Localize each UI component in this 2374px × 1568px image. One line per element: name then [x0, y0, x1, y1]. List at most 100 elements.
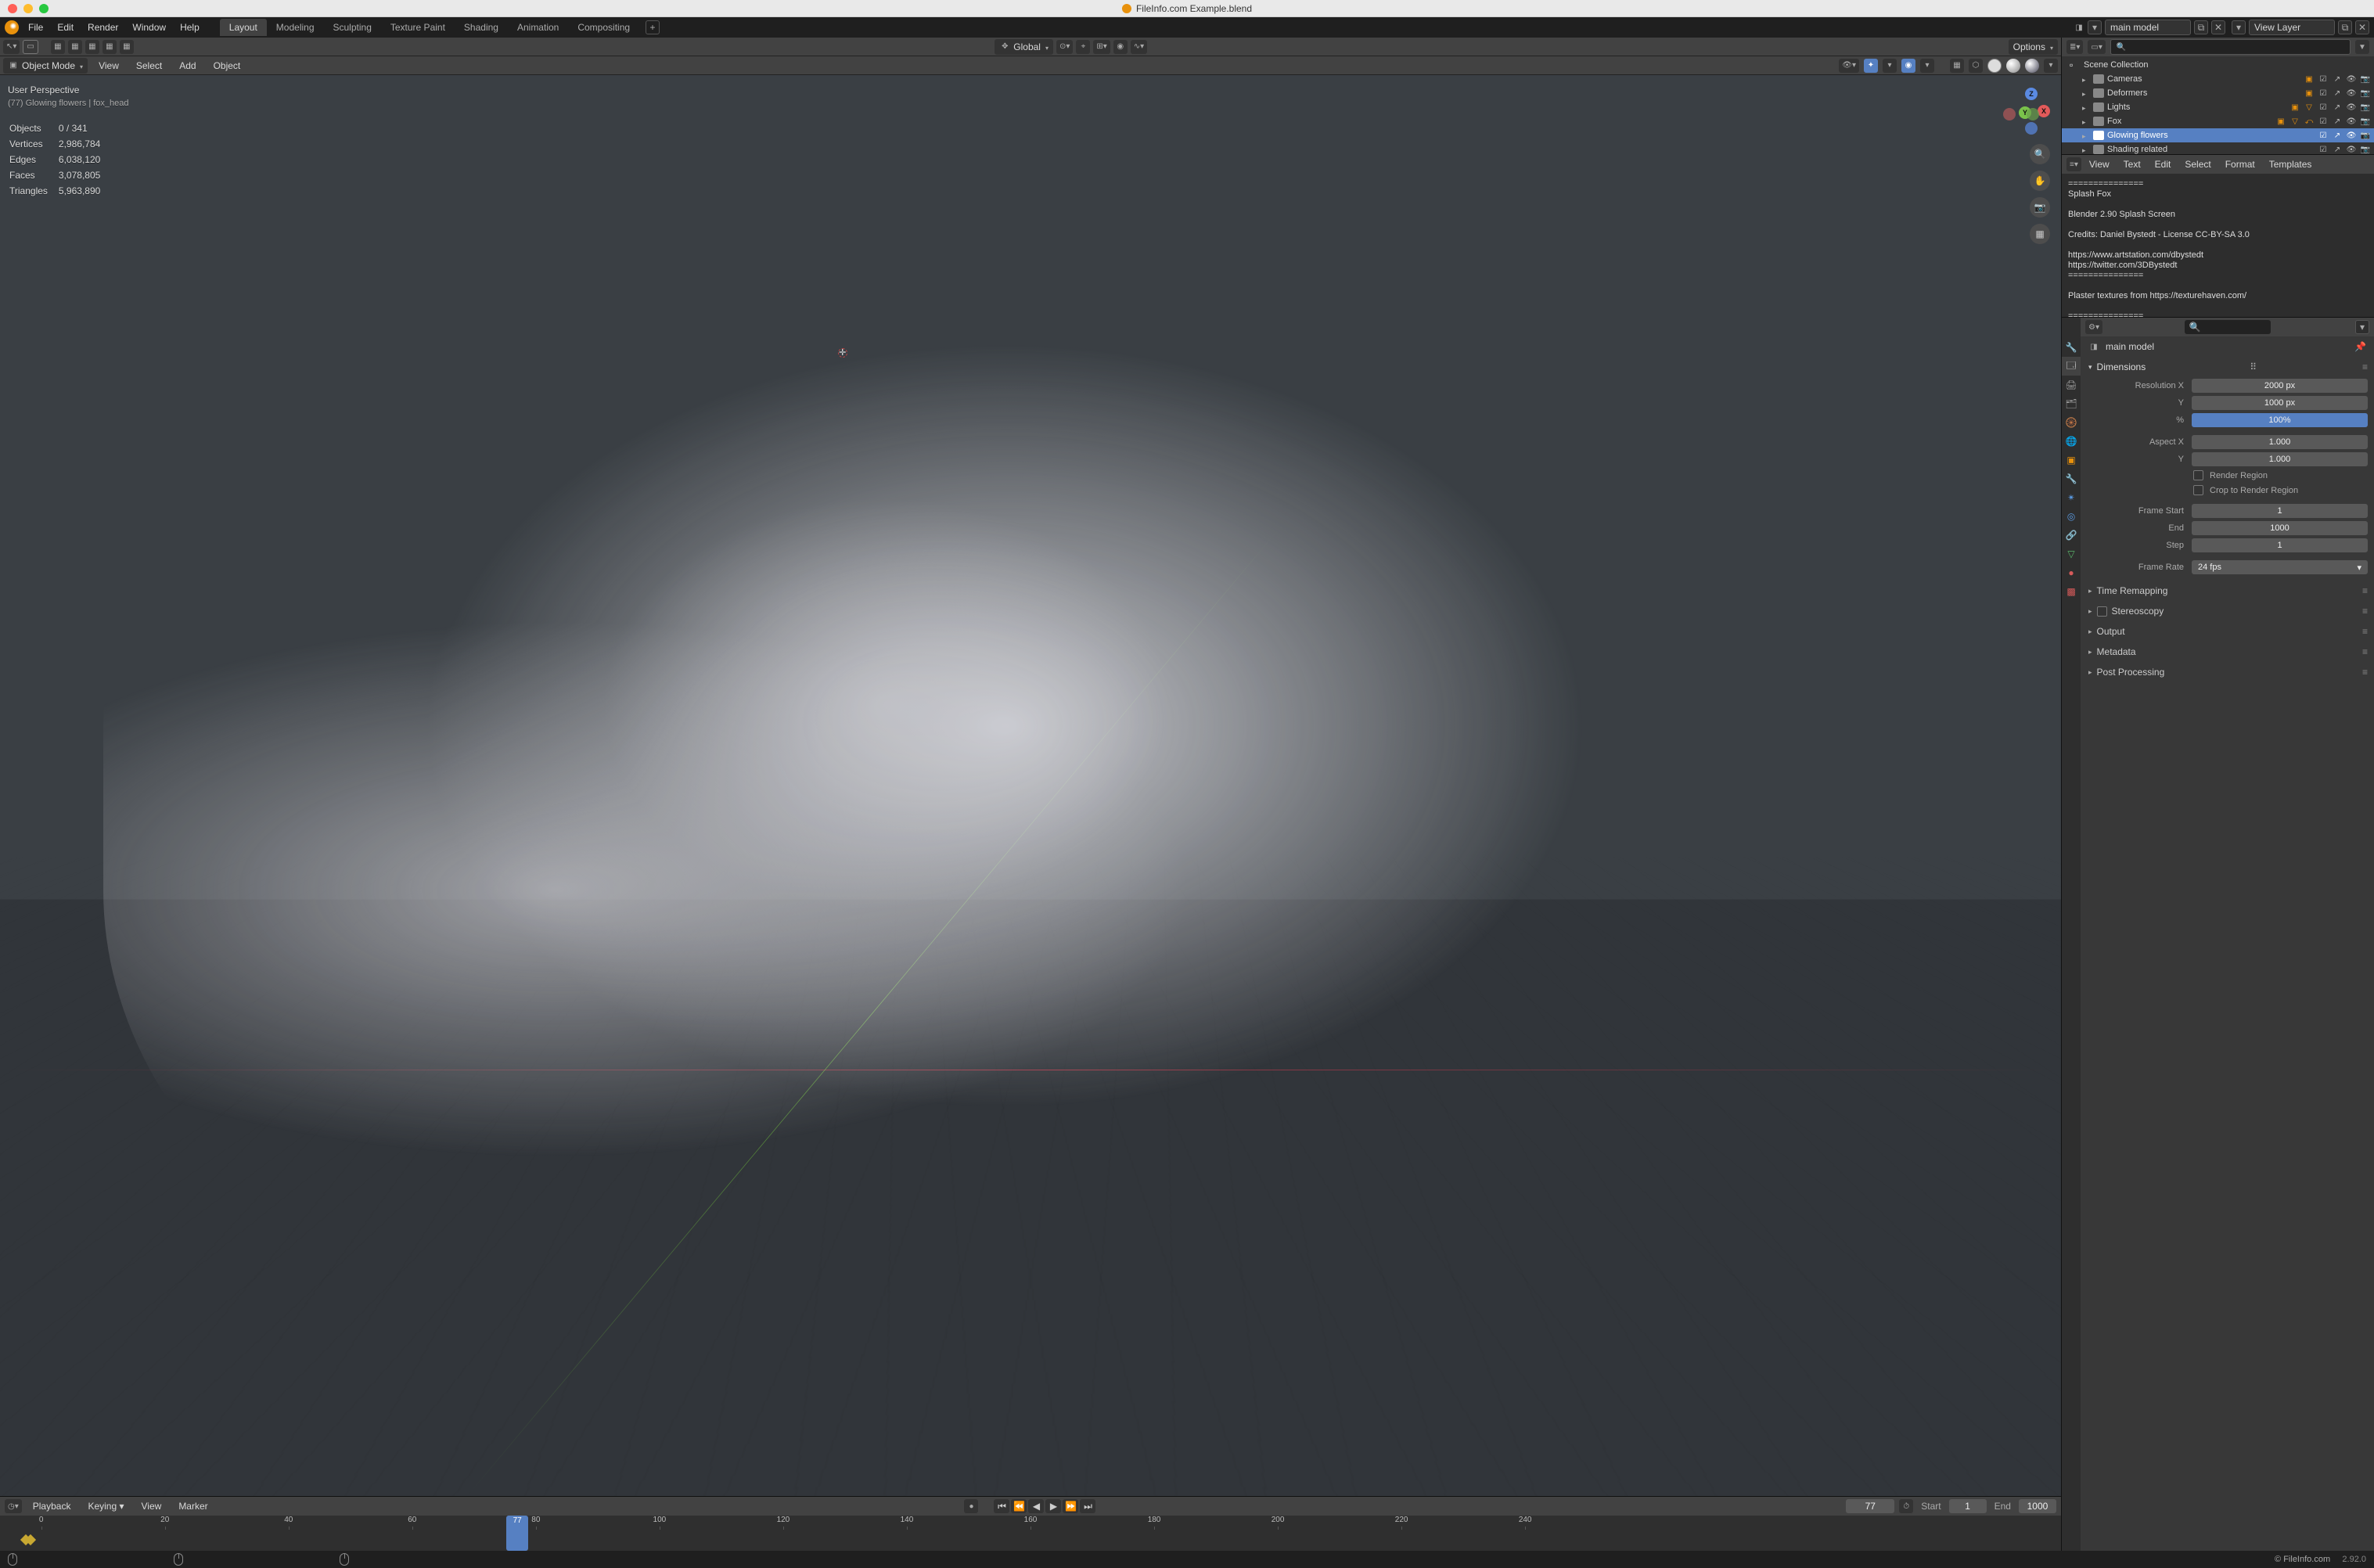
overlay-toggle[interactable]: ◉: [1901, 59, 1915, 73]
visibility-icon[interactable]: 👁: [2346, 144, 2357, 154]
close-window-button[interactable]: [8, 4, 17, 13]
workspace-tab-layout[interactable]: Layout: [220, 19, 267, 36]
timeline-track[interactable]: 020406080100120140160180200220240 77: [0, 1516, 2061, 1551]
selectable-icon[interactable]: ↗: [2332, 102, 2343, 113]
te-menu-edit[interactable]: Edit: [2149, 156, 2178, 172]
exclude-checkbox[interactable]: ☑: [2318, 130, 2329, 141]
properties-type-dropdown[interactable]: ⚙▾: [2085, 320, 2102, 334]
render-icon[interactable]: 📷: [2360, 74, 2371, 85]
outliner-filter-button[interactable]: ▼: [2355, 40, 2369, 54]
tab-output-icon[interactable]: 🖨: [2062, 376, 2081, 394]
tab-render-icon[interactable]: 🗔: [2062, 357, 2081, 376]
tab-modifier-icon[interactable]: 🔧: [2062, 469, 2081, 488]
selectable-icon[interactable]: ↗: [2332, 144, 2343, 154]
exclude-checkbox[interactable]: ☑: [2318, 102, 2329, 113]
shading-dropdown[interactable]: ▾: [2044, 59, 2058, 73]
te-menu-select[interactable]: Select: [2178, 156, 2217, 172]
outliner-item[interactable]: Lights▣▽☑↗👁📷: [2062, 100, 2374, 114]
outliner-item[interactable]: Glowing flowers☑↗👁📷: [2062, 128, 2374, 142]
viewlayer-browse-button[interactable]: ▾: [2232, 20, 2246, 34]
panel-output[interactable]: Output≡: [2087, 621, 2368, 642]
snap-toggle[interactable]: ⌖: [1076, 40, 1090, 54]
tab-object-icon[interactable]: ▣: [2062, 451, 2081, 469]
exclude-checkbox[interactable]: ☑: [2318, 144, 2329, 154]
render-icon[interactable]: 📷: [2360, 144, 2371, 154]
jump-end-button[interactable]: ⏭: [1080, 1499, 1095, 1513]
exclude-checkbox[interactable]: ☑: [2318, 116, 2329, 127]
tab-material-icon[interactable]: ●: [2062, 563, 2081, 582]
autokey-toggle[interactable]: ●: [964, 1499, 978, 1513]
panel-metadata[interactable]: Metadata≡: [2087, 642, 2368, 662]
viewlayer-name-field[interactable]: View Layer: [2249, 20, 2335, 35]
gizmo-neg-x[interactable]: [2003, 108, 2016, 120]
render-icon[interactable]: 📷: [2360, 102, 2371, 113]
frame-step-field[interactable]: 1: [2192, 538, 2368, 552]
select-mode-2[interactable]: ▦: [68, 40, 82, 54]
zoom-tool-icon[interactable]: 🔍: [2030, 144, 2050, 164]
outliner-item[interactable]: Fox▣▽⤺☑↗👁📷: [2062, 114, 2374, 128]
gizmo-z[interactable]: Z: [2025, 88, 2038, 100]
frame-rate-dropdown[interactable]: 24 fps▾: [2192, 560, 2368, 574]
play-button[interactable]: ▶: [1045, 1499, 1061, 1513]
visibility-selectable[interactable]: 👁▾: [1839, 59, 1859, 73]
menu-window[interactable]: Window: [126, 20, 172, 35]
gizmo-neg-y[interactable]: [2027, 108, 2039, 120]
tab-data-icon[interactable]: ▽: [2062, 545, 2081, 563]
tool-tweak[interactable]: ▭: [23, 40, 38, 54]
frame-end-field[interactable]: 1000: [2192, 521, 2368, 535]
selectable-icon[interactable]: ↗: [2332, 116, 2343, 127]
orientation-dropdown[interactable]: ✥ Global: [995, 39, 1053, 55]
aspect-x-field[interactable]: 1.000: [2192, 435, 2368, 449]
text-editor-body[interactable]: =============== Splash Fox Blender 2.90 …: [2062, 174, 2374, 317]
jump-start-button[interactable]: ⏮: [994, 1499, 1009, 1513]
viewport-menu-view[interactable]: View: [92, 58, 125, 74]
render-icon[interactable]: 📷: [2360, 88, 2371, 99]
workspace-add-button[interactable]: +: [646, 20, 660, 34]
scene-name-field[interactable]: main model: [2105, 20, 2191, 35]
proportional-toggle[interactable]: ◉: [1113, 40, 1128, 54]
render-icon[interactable]: 📷: [2360, 130, 2371, 141]
timeline-menu-playback[interactable]: Playback: [27, 1498, 77, 1514]
outliner-search[interactable]: 🔍: [2110, 39, 2351, 55]
blender-logo-icon[interactable]: [5, 20, 19, 34]
panel-menu-icon[interactable]: ≡: [2362, 361, 2366, 372]
options-dropdown[interactable]: Options: [2009, 39, 2058, 55]
workspace-tab-compositing[interactable]: Compositing: [568, 19, 639, 36]
minimize-window-button[interactable]: [23, 4, 33, 13]
exclude-checkbox[interactable]: ☑: [2318, 88, 2329, 99]
mode-selector[interactable]: ▣ Object Mode: [3, 58, 88, 74]
workspace-tab-shading[interactable]: Shading: [455, 19, 508, 36]
start-frame-field[interactable]: 1: [1949, 1499, 1987, 1513]
panel-stereoscopy[interactable]: Stereoscopy≡: [2087, 601, 2368, 621]
gizmo-neg-z[interactable]: [2025, 122, 2038, 135]
panel-dimensions-header[interactable]: Dimensions ⠿ ≡: [2087, 357, 2368, 377]
menu-file[interactable]: File: [22, 20, 49, 35]
menu-render[interactable]: Render: [81, 20, 124, 35]
panel-presets-icon[interactable]: ⠿: [2250, 361, 2258, 372]
xray-toggle[interactable]: ▦: [1950, 59, 1964, 73]
resolution-percent-field[interactable]: 100%: [2192, 413, 2368, 427]
select-mode-3[interactable]: ▦: [85, 40, 99, 54]
tab-constraint-icon[interactable]: 🔗: [2062, 526, 2081, 545]
panel-time-remapping[interactable]: Time Remapping≡: [2087, 581, 2368, 601]
crop-region-checkbox[interactable]: Crop to Render Region: [2087, 483, 2368, 498]
keyframe-prev-button[interactable]: ⏪: [1011, 1499, 1027, 1513]
selectable-icon[interactable]: ↗: [2332, 130, 2343, 141]
maximize-window-button[interactable]: [39, 4, 49, 13]
resolution-y-field[interactable]: 1000 px: [2192, 396, 2368, 410]
timeline-menu-marker[interactable]: Marker: [172, 1498, 214, 1514]
tool-cursor-select[interactable]: ↖▾: [3, 40, 20, 54]
menu-help[interactable]: Help: [174, 20, 206, 35]
timeline-menu-keying[interactable]: Keying ▾: [81, 1498, 130, 1514]
viewport-menu-add[interactable]: Add: [173, 58, 202, 74]
visibility-icon[interactable]: 👁: [2346, 116, 2357, 127]
gizmo-x[interactable]: X: [2038, 105, 2050, 117]
properties-search[interactable]: 🔍: [2185, 320, 2271, 334]
timeline-type-dropdown[interactable]: ◷▾: [5, 1499, 22, 1513]
tab-world-icon[interactable]: 🌐: [2062, 432, 2081, 451]
3d-viewport[interactable]: User Perspective (77) Glowing flowers | …: [0, 75, 2061, 1496]
viewport-menu-object[interactable]: Object: [207, 58, 247, 74]
properties-options-button[interactable]: ▾: [2355, 320, 2369, 334]
tab-viewlayer-icon[interactable]: 🗂: [2062, 394, 2081, 413]
tab-particles-icon[interactable]: ✴: [2062, 488, 2081, 507]
